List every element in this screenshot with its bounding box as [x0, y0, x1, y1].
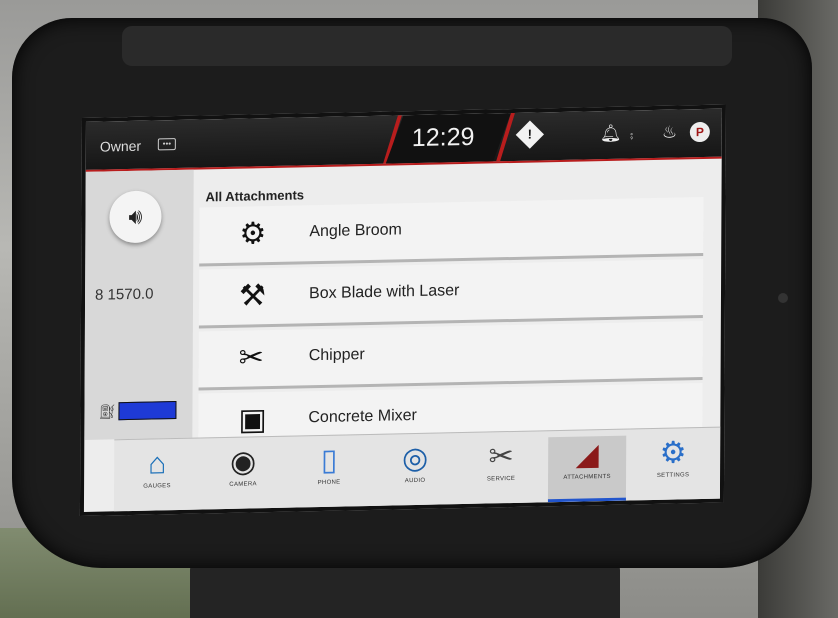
nav-label: AUDIO	[404, 477, 426, 485]
camera-icon: ◉	[229, 445, 257, 479]
hour-meter: 8 1570.0	[95, 285, 154, 304]
nav-attachments[interactable]: ◢ ATTACHMENTS	[547, 435, 627, 503]
concrete-mixer-icon: ▣	[238, 403, 267, 437]
temp-icon: ♨︎	[661, 122, 678, 142]
list-item[interactable]: ✂︎ Chipper	[198, 320, 703, 391]
display-bezel: Owner ••• 12:29 ! 🔔︎ ⨾ ♨︎ P 🔊︎ 8 1570.0 …	[12, 18, 812, 568]
left-panel: 🔊︎ 8 1570.0 ⛽︎	[84, 169, 194, 440]
list-title: All Attachments	[205, 187, 305, 205]
home-icon: ⌂	[148, 447, 167, 481]
list-item[interactable]: ⚒︎ Box Blade with Laser	[198, 258, 704, 329]
fuel-gauge	[118, 401, 177, 421]
keypad-icon[interactable]: •••	[157, 138, 176, 151]
audio-icon: ◎	[401, 441, 429, 476]
nav-label: GAUGES	[143, 483, 171, 490]
user-profile-label[interactable]: Owner	[100, 138, 141, 155]
nav-label: SETTINGS	[656, 472, 690, 479]
touch-screen: Owner ••• 12:29 ! 🔔︎ ⨾ ♨︎ P 🔊︎ 8 1570.0 …	[79, 104, 726, 517]
box-blade-icon: ⚒︎	[238, 279, 267, 313]
bucket-icon: ◢	[575, 438, 599, 472]
display-mount-bracket	[190, 560, 620, 618]
list-item-label: Box Blade with Laser	[309, 282, 460, 303]
alarm-icon: 🔔︎	[599, 123, 622, 144]
phone-icon: ▯	[320, 443, 338, 478]
nav-audio[interactable]: ◎ AUDIO	[376, 439, 454, 503]
list-item-label: Concrete Mixer	[308, 406, 417, 427]
nav-camera[interactable]: ◉ CAMERA	[204, 443, 282, 507]
status-bar: Owner ••• 12:29 ! 🔔︎ ⨾ ♨︎ P	[85, 108, 722, 170]
parking-brake-icon: P	[689, 121, 710, 143]
list-item-label: Angle Broom	[309, 221, 402, 241]
nav-service[interactable]: ✂︎ SERVICE	[462, 437, 540, 501]
fuel-icon: ⛽︎	[98, 403, 117, 420]
tools-icon: ✂︎	[488, 439, 514, 474]
chipper-icon: ✂︎	[238, 341, 264, 375]
angle-broom-icon: ⚙︎	[239, 217, 267, 251]
nav-label: ATTACHMENTS	[563, 473, 611, 481]
bezel-visor	[122, 26, 732, 66]
nav-phone[interactable]: ▯ PHONE	[290, 441, 368, 505]
clock: 12:29	[411, 122, 475, 153]
bezel-sensor	[778, 293, 788, 303]
warning-mark: !	[527, 126, 533, 142]
gear-icon: ⚙︎	[659, 436, 687, 470]
nav-label: SERVICE	[486, 475, 516, 483]
nav-label: PHONE	[317, 479, 341, 487]
speaker-icon[interactable]: 🔊︎	[109, 190, 162, 244]
nav-gauges[interactable]: ⌂ GAUGES	[118, 445, 196, 509]
nav-settings[interactable]: ⚙︎ SETTINGS	[634, 434, 712, 498]
warning-icon[interactable]: !	[515, 120, 544, 149]
nav-label: CAMERA	[229, 481, 257, 488]
list-item-label: Chipper	[308, 346, 365, 365]
bottom-nav: ⌂ GAUGES ◉ CAMERA ▯ PHONE ◎ AUDIO ✂︎ SER…	[113, 426, 721, 513]
tilt-icon: ⨾	[629, 123, 634, 143]
list-item[interactable]: ⚙︎ Angle Broom	[199, 196, 704, 267]
